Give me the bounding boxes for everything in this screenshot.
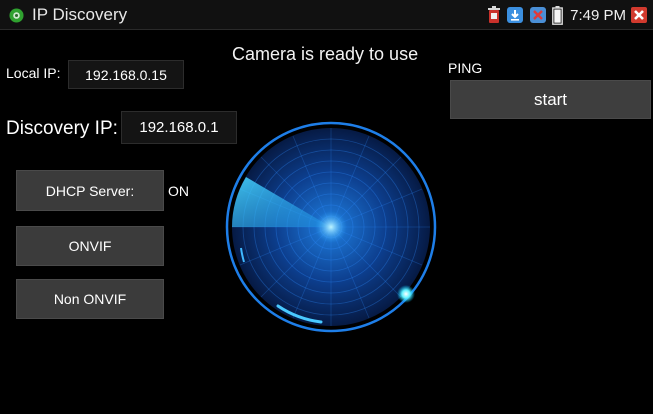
download-icon[interactable] — [506, 6, 524, 24]
dhcp-state: ON — [168, 183, 189, 199]
non-onvif-button[interactable]: Non ONVIF — [16, 279, 164, 319]
close-icon[interactable] — [631, 6, 647, 24]
notification-bin-icon — [488, 6, 501, 23]
dhcp-server-button[interactable]: DHCP Server: — [16, 170, 164, 211]
ping-start-button[interactable]: start — [450, 80, 651, 119]
app-camera-icon — [9, 8, 24, 23]
ping-label: PING — [448, 60, 483, 76]
local-ip-field[interactable]: 192.168.0.15 — [68, 60, 184, 89]
status-icons: 7:49 PM — [487, 5, 647, 25]
alert-icon[interactable] — [529, 6, 547, 24]
radar-center — [315, 211, 347, 243]
camera-status-message: Camera is ready to use — [232, 44, 419, 64]
discovery-ip-label: Discovery IP: — [6, 118, 118, 139]
clock: 7:49 PM — [570, 6, 626, 24]
status-bar: IP Discovery 7:49 PM — [0, 0, 653, 30]
radar-target-blip — [397, 285, 415, 303]
discovery-ip-field[interactable]: 192.168.0.1 — [121, 111, 237, 144]
battery-icon — [552, 5, 564, 25]
onvif-button[interactable]: ONVIF — [16, 226, 164, 266]
app-title: IP Discovery — [32, 5, 128, 24]
local-ip-label: Local IP: — [6, 65, 61, 81]
radar-scanner — [225, 121, 437, 333]
